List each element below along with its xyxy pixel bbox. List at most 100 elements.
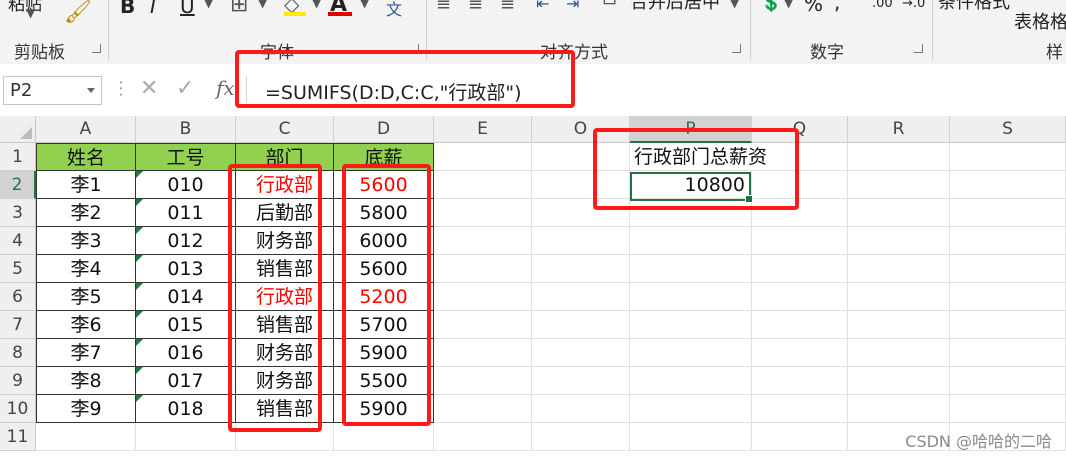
grid-cell[interactable] [950, 395, 1066, 423]
grid-cell[interactable] [950, 171, 1066, 199]
grid-cell[interactable] [848, 143, 950, 171]
grid-cell[interactable] [950, 199, 1066, 227]
chevron-down-icon[interactable]: ▼ [784, 0, 793, 10]
row-header-2[interactable]: 2 [0, 171, 36, 199]
paste-button[interactable]: 粘贴 [8, 0, 42, 15]
grid-cell[interactable] [848, 339, 950, 367]
table-cell[interactable]: 李7 [36, 339, 136, 367]
chevron-down-icon[interactable]: ▼ [258, 0, 267, 10]
grid-cell[interactable] [630, 339, 752, 367]
table-cell[interactable]: 012 [136, 227, 236, 255]
table-cell[interactable]: 014 [136, 283, 236, 311]
chevron-down-icon[interactable]: ▼ [730, 0, 739, 10]
row-header-4[interactable]: 4 [0, 227, 36, 255]
table-cell[interactable]: 015 [136, 311, 236, 339]
grid-cell[interactable] [630, 311, 752, 339]
grid-cell[interactable] [630, 423, 752, 451]
grid-cell[interactable] [434, 423, 532, 451]
grid-cell[interactable] [532, 339, 630, 367]
table-cell[interactable]: 013 [136, 255, 236, 283]
grid-cell[interactable] [532, 311, 630, 339]
grid-cell[interactable] [752, 423, 848, 451]
table-cell[interactable]: 011 [136, 199, 236, 227]
comma-button[interactable]: , [834, 0, 840, 14]
number-launcher-icon[interactable] [914, 44, 923, 53]
chevron-down-icon[interactable]: ▼ [204, 0, 213, 10]
border-icon[interactable]: ⊞ [230, 0, 248, 17]
grid-cell[interactable] [950, 311, 1066, 339]
merge-icon[interactable]: ⊟ [602, 0, 617, 9]
grid-cell[interactable] [434, 227, 532, 255]
grid-cell[interactable] [36, 423, 136, 451]
grid-cell[interactable] [630, 283, 752, 311]
italic-button[interactable]: I [150, 0, 156, 18]
grid-cell[interactable] [532, 367, 630, 395]
grid-cell[interactable] [848, 227, 950, 255]
column-header-a[interactable]: A [36, 116, 136, 143]
table-cell[interactable]: 李2 [36, 199, 136, 227]
increase-decimal-button[interactable]: .00 [872, 0, 893, 11]
insert-function-icon[interactable]: fx [216, 76, 235, 100]
grid-cell[interactable] [630, 367, 752, 395]
grid-cell[interactable] [950, 283, 1066, 311]
grid-cell[interactable] [752, 283, 848, 311]
table-cell[interactable]: 李4 [36, 255, 136, 283]
chevron-down-icon[interactable]: ▼ [26, 6, 35, 20]
grid-cell[interactable] [334, 423, 434, 451]
grid-cell[interactable] [434, 143, 532, 171]
clipboard-launcher-icon[interactable] [92, 44, 101, 53]
grid-cell[interactable] [532, 227, 630, 255]
grid-cell[interactable] [752, 227, 848, 255]
decrease-decimal-button[interactable]: →.0 [902, 0, 925, 11]
grid-cell[interactable] [532, 283, 630, 311]
grid-cell[interactable] [848, 255, 950, 283]
name-box[interactable]: P2 [3, 76, 102, 105]
decrease-indent-icon[interactable]: ⇤ [536, 0, 549, 13]
grid-cell[interactable] [434, 395, 532, 423]
worksheet-grid[interactable]: ABCDEOPQRS 1 2 3 4 5 6 7 8 9 10 11 姓名 工号 部门 底薪 李1 010 行政… [0, 116, 1066, 456]
grid-cell[interactable] [434, 199, 532, 227]
grid-cell[interactable] [752, 395, 848, 423]
grid-cell[interactable] [848, 171, 950, 199]
grid-cell[interactable] [752, 339, 848, 367]
chevron-down-icon[interactable]: ▼ [360, 0, 369, 10]
column-header-s[interactable]: S [950, 116, 1066, 143]
table-cell[interactable]: 010 [136, 171, 236, 199]
table-cell[interactable]: 李3 [36, 227, 136, 255]
grid-cell[interactable] [532, 395, 630, 423]
grid-cell[interactable] [630, 227, 752, 255]
grid-cell[interactable] [434, 171, 532, 199]
grid-cell[interactable] [434, 339, 532, 367]
grid-cell[interactable] [630, 395, 752, 423]
grid-cell[interactable] [950, 255, 1066, 283]
grid-cell[interactable] [434, 311, 532, 339]
format-painter-icon[interactable]: 🖌 [64, 0, 92, 25]
grid-cell[interactable] [848, 311, 950, 339]
grid-cell[interactable] [848, 395, 950, 423]
table-cell[interactable]: 李8 [36, 367, 136, 395]
chevron-down-icon[interactable] [87, 88, 95, 93]
grid-cell[interactable] [848, 367, 950, 395]
grid-cell[interactable] [950, 339, 1066, 367]
table-cell[interactable]: 018 [136, 395, 236, 423]
grid-cell[interactable] [848, 283, 950, 311]
grid-cell[interactable] [136, 423, 236, 451]
bold-button[interactable]: B [120, 0, 135, 18]
more-options-icon[interactable]: ⋮ [112, 78, 130, 99]
table-cell[interactable]: 016 [136, 339, 236, 367]
merge-center-button[interactable]: 合并后居中 [630, 0, 720, 14]
align-center-icon[interactable]: ≡ [468, 0, 483, 15]
grid-cell[interactable] [848, 199, 950, 227]
grid-cell[interactable] [752, 367, 848, 395]
enter-icon[interactable]: ✓ [176, 76, 194, 101]
grid-cell[interactable] [950, 227, 1066, 255]
table-header-cell[interactable]: 工号 [136, 143, 236, 171]
row-header-5[interactable]: 5 [0, 255, 36, 283]
align-left-icon[interactable]: ≡ [436, 0, 451, 15]
grid-cell[interactable] [434, 283, 532, 311]
column-header-b[interactable]: B [136, 116, 236, 143]
increase-indent-icon[interactable]: ⇥ [566, 0, 579, 13]
row-header-10[interactable]: 10 [0, 395, 36, 423]
table-cell[interactable]: 017 [136, 367, 236, 395]
row-header-6[interactable]: 6 [0, 283, 36, 311]
